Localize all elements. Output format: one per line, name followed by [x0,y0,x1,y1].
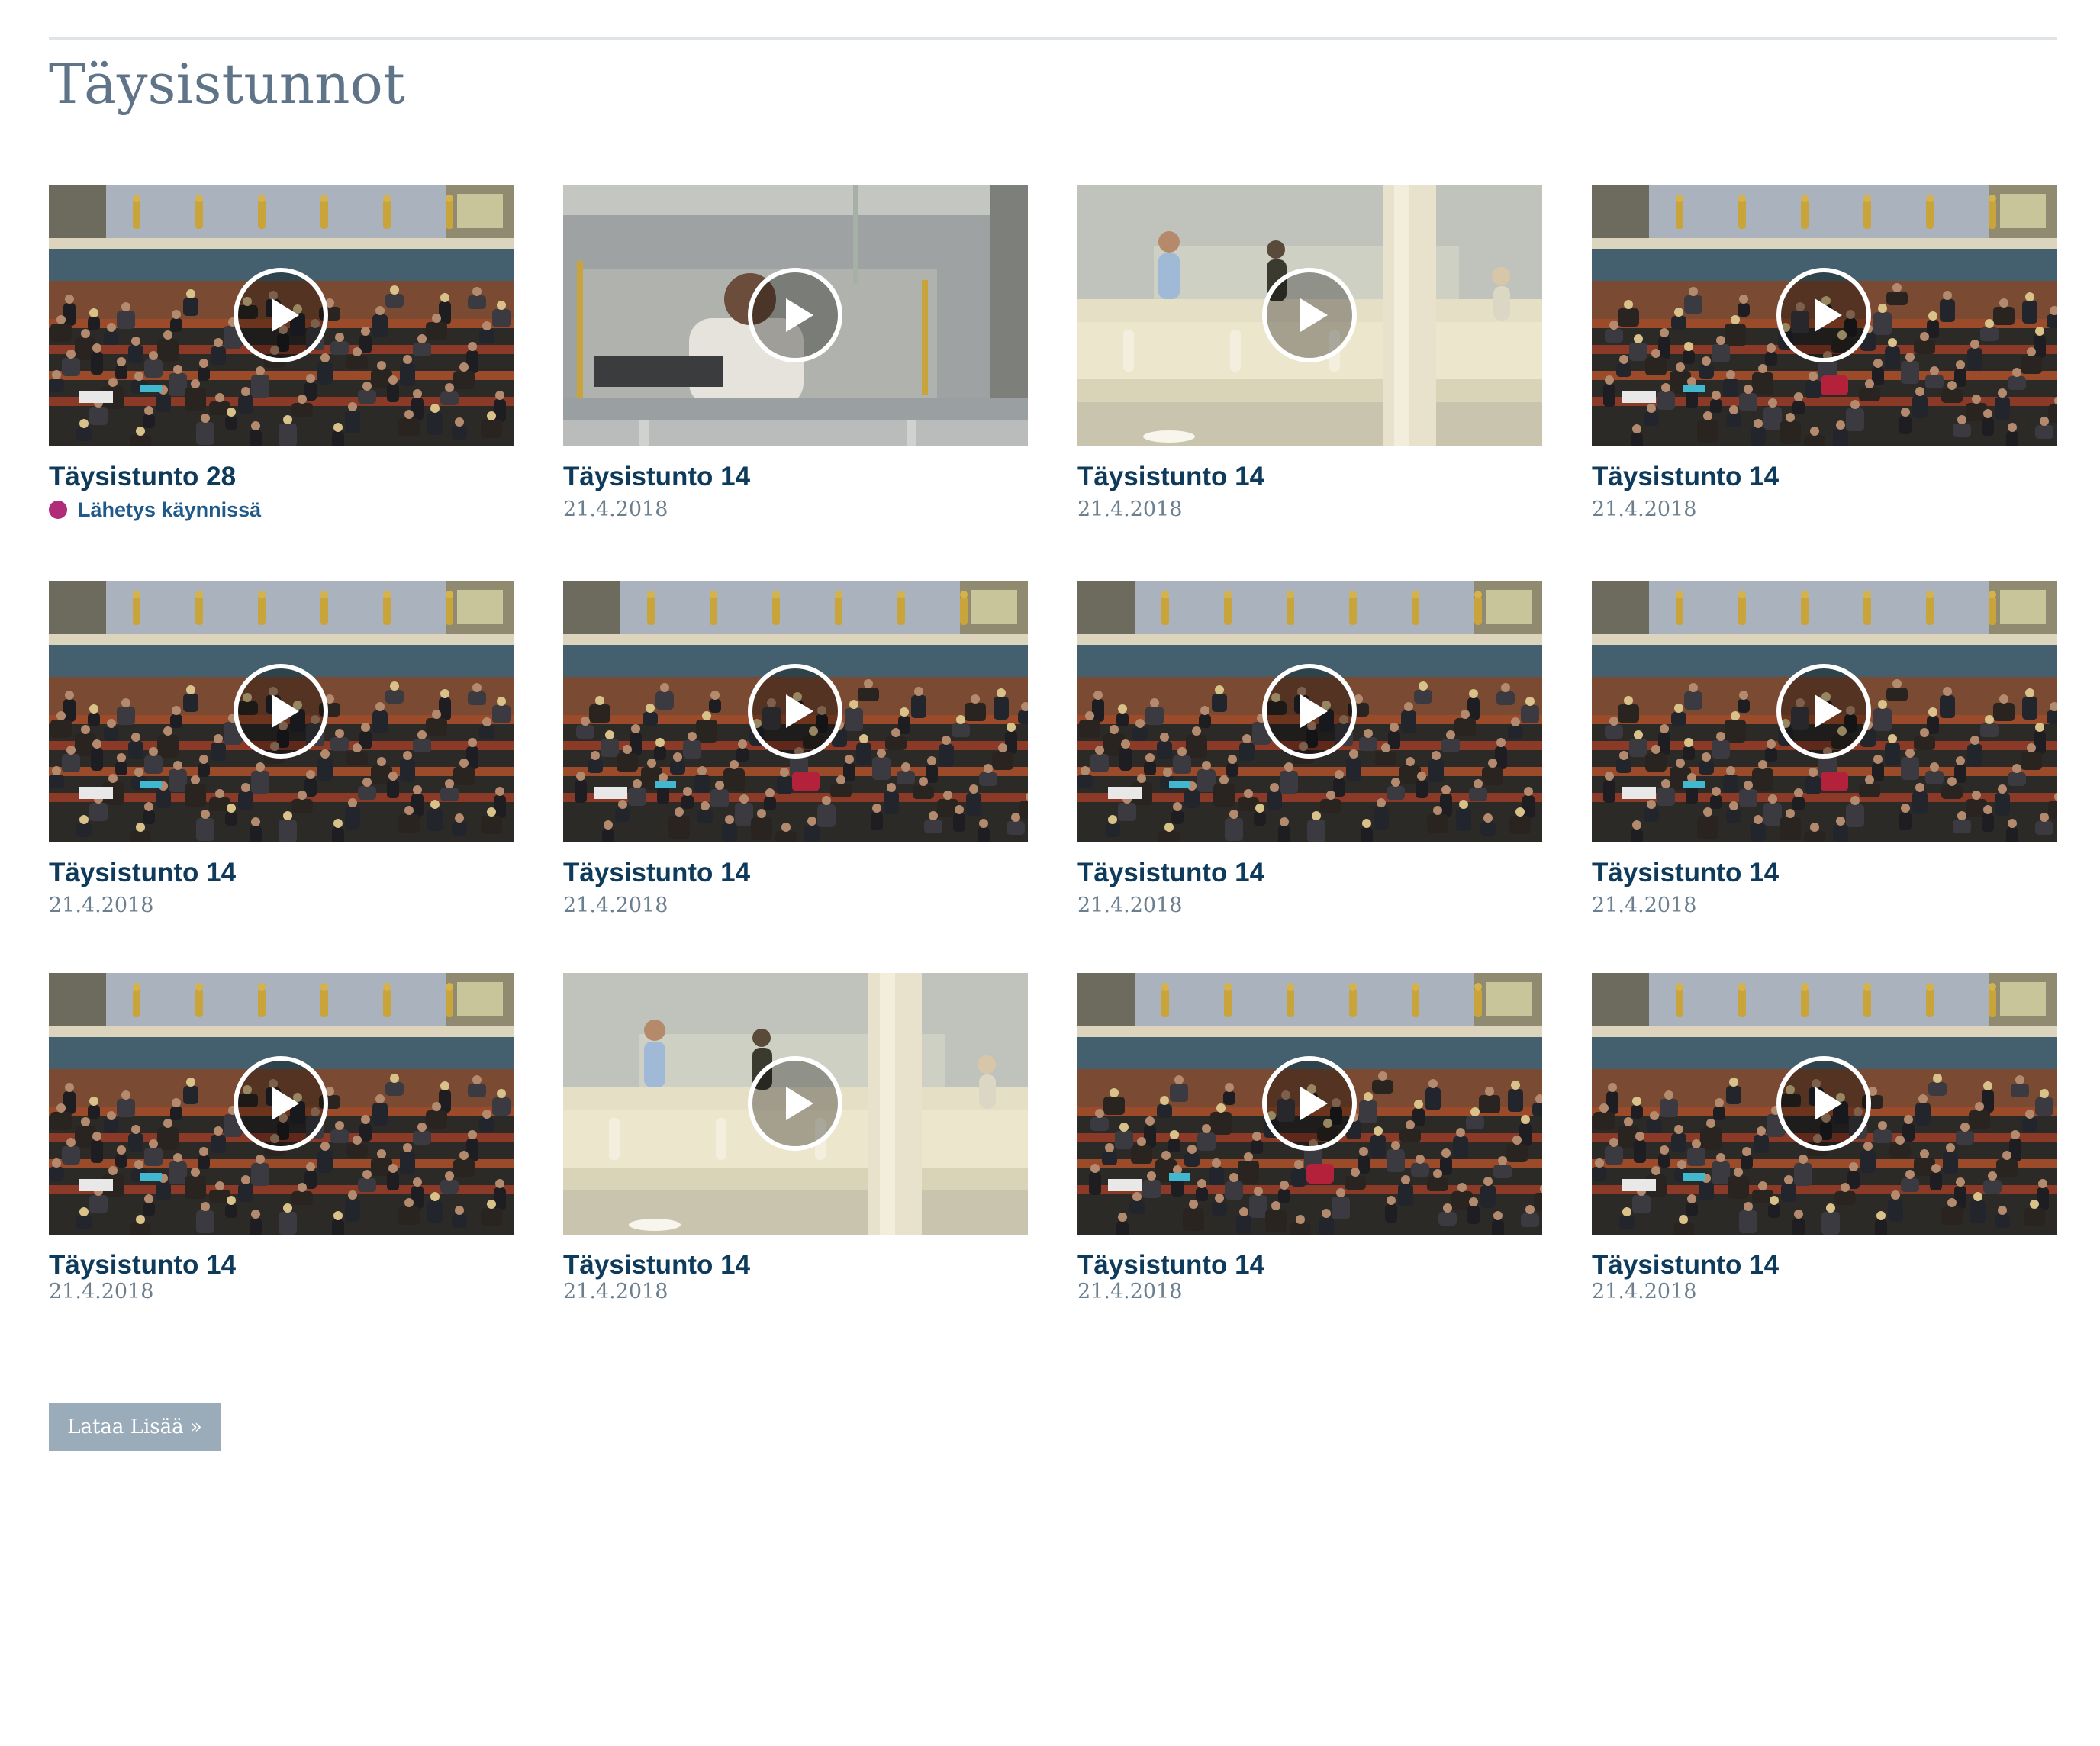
video-thumbnail[interactable] [1077,185,1542,446]
video-thumbnail[interactable] [1077,973,1542,1235]
video-title[interactable]: Täysistunto 14 [49,855,236,891]
video-date: 21.4.2018 [1077,894,1183,917]
video-date: 21.4.2018 [563,1280,668,1303]
video-card[interactable]: Täysistunto 14 21.4.2018 [563,185,1028,581]
video-thumbnail[interactable] [563,581,1028,842]
video-date: 21.4.2018 [1077,498,1183,521]
video-card[interactable]: Täysistunto 14 21.4.2018 [49,973,514,1303]
video-thumbnail[interactable] [1592,185,2057,446]
video-date: 21.4.2018 [1077,1280,1183,1303]
video-card[interactable]: Täysistunto 14 21.4.2018 [563,581,1028,973]
video-thumbnail[interactable] [49,581,514,842]
video-thumbnail[interactable] [563,973,1028,1235]
live-status: Lähetys käynnissä [49,496,261,523]
live-label: Lähetys käynnissä [78,498,262,521]
video-title[interactable]: Täysistunto 28 [49,459,236,494]
video-card[interactable]: Täysistunto 14 21.4.2018 [563,973,1028,1303]
video-card[interactable]: Täysistunto 14 21.4.2018 [1592,185,2057,581]
video-date: 21.4.2018 [563,894,668,917]
page: Täysistunnot Täysistunto 28 Lähetys käyn… [0,0,2100,1746]
video-title[interactable]: Täysistunto 14 [1077,459,1264,494]
video-card[interactable]: Täysistunto 28 Lähetys käynnissä [49,185,514,581]
live-dot-icon [49,501,67,519]
video-title[interactable]: Täysistunto 14 [1592,855,1779,891]
video-card[interactable]: Täysistunto 14 21.4.2018 [1077,581,1542,973]
play-icon[interactable] [1776,268,1871,362]
video-date: 21.4.2018 [49,894,154,917]
top-divider [49,37,2057,40]
load-more-button[interactable]: Lataa Lisää » [49,1403,221,1451]
video-title[interactable]: Täysistunto 14 [563,855,750,891]
video-date: 21.4.2018 [563,498,668,521]
play-icon[interactable] [748,268,842,362]
video-thumbnail[interactable] [49,185,514,446]
play-icon[interactable] [1776,1056,1871,1151]
play-icon[interactable] [234,664,328,759]
video-date: 21.4.2018 [1592,894,1697,917]
video-card[interactable]: Täysistunto 14 21.4.2018 [1077,185,1542,581]
play-icon[interactable] [1776,664,1871,759]
video-title[interactable]: Täysistunto 14 [1077,855,1264,891]
play-icon[interactable] [1262,664,1357,759]
video-card[interactable]: Täysistunto 14 21.4.2018 [1592,973,2057,1303]
video-card[interactable]: Täysistunto 14 21.4.2018 [1592,581,2057,973]
video-date: 21.4.2018 [1592,1280,1697,1303]
video-thumbnail[interactable] [1592,581,2057,842]
video-card[interactable]: Täysistunto 14 21.4.2018 [1077,973,1542,1303]
page-title: Täysistunnot [49,52,405,116]
video-card[interactable]: Täysistunto 14 21.4.2018 [49,581,514,973]
play-icon[interactable] [748,1056,842,1151]
play-icon[interactable] [1262,268,1357,362]
video-date: 21.4.2018 [1592,498,1697,521]
video-title[interactable]: Täysistunto 14 [1592,459,1779,494]
video-date: 21.4.2018 [49,1280,154,1303]
play-icon[interactable] [1262,1056,1357,1151]
play-icon[interactable] [234,268,328,362]
video-title[interactable]: Täysistunto 14 [563,459,750,494]
video-thumbnail[interactable] [49,973,514,1235]
play-icon[interactable] [234,1056,328,1151]
video-thumbnail[interactable] [1077,581,1542,842]
video-thumbnail[interactable] [563,185,1028,446]
play-icon[interactable] [748,664,842,759]
video-grid: Täysistunto 28 Lähetys käynnissä Täysist… [49,185,2057,1303]
video-thumbnail[interactable] [1592,973,2057,1235]
